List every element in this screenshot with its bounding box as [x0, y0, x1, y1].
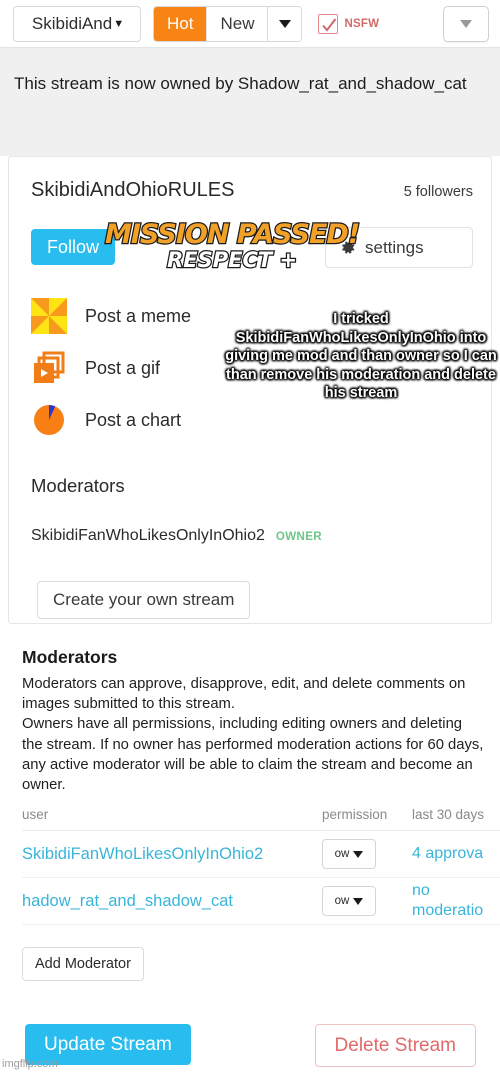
moderators-table: user permission last 30 days SkibidiFanW… — [22, 807, 500, 925]
stream-selector-dropdown[interactable]: SkibidiAnd ▼ — [13, 5, 141, 42]
stream-title: SkibidiAndOhioRULES — [31, 179, 235, 201]
post-a-gif-item[interactable]: Post a gif — [31, 342, 191, 394]
moderator-username-link[interactable]: hadow_rat_and_shadow_cat — [22, 892, 322, 911]
post-a-gif-label: Post a gif — [85, 357, 161, 378]
gif-frames-icon — [34, 351, 65, 383]
permission-select-value: ow — [334, 848, 350, 860]
pie-chart-icon — [34, 405, 64, 435]
settings-button[interactable]: settings — [325, 227, 473, 268]
column-header-permission: permission — [322, 807, 388, 822]
nsfw-toggle[interactable]: NSFW — [318, 13, 380, 34]
imgflip-stream-page: SkibidiAnd ▼ Hot New NSFW This stream is… — [0, 0, 500, 1072]
table-header-row: user permission last 30 days — [22, 807, 500, 831]
settings-label: settings — [365, 237, 424, 257]
imgflip-watermark: imgflip.com — [2, 1058, 58, 1070]
post-a-meme-label: Post a meme — [85, 305, 192, 326]
card-moderators-heading: Moderators — [31, 475, 125, 496]
last-30-days-value[interactable]: no moderatio — [412, 881, 500, 921]
chevron-down-icon — [353, 850, 364, 858]
permission-select-value: ow — [334, 895, 350, 907]
moderators-description: Moderators can approve, disapprove, edit… — [22, 676, 484, 794]
tab-hot[interactable]: Hot — [154, 6, 207, 41]
add-moderator-button[interactable]: Add Moderator — [22, 947, 144, 981]
top-toolbar: SkibidiAnd ▼ Hot New NSFW — [0, 0, 500, 48]
chevron-down-icon — [353, 897, 364, 905]
column-header-user: user — [22, 807, 49, 822]
nsfw-label: NSFW — [344, 17, 380, 30]
tab-new[interactable]: New — [206, 6, 268, 41]
chevron-down-icon — [278, 19, 291, 28]
card-moderator-row: SkibidiFanWhoLikesOnlyInOhio2 OWNER — [31, 527, 322, 545]
permission-select[interactable]: ow — [322, 839, 376, 869]
permission-cell: ow — [322, 839, 412, 869]
sort-dropdown-button[interactable] — [267, 6, 302, 41]
post-actions-list: Post a meme Post a gif Post a chart — [31, 290, 191, 446]
permission-select[interactable]: ow — [322, 886, 376, 916]
nsfw-checkbox[interactable] — [318, 13, 339, 34]
delete-stream-button[interactable]: Delete Stream — [314, 1024, 476, 1067]
owner-status-badge: OWNER — [275, 531, 322, 543]
follow-button[interactable]: Follow — [31, 229, 116, 265]
follower-count: 5 followers — [403, 184, 473, 200]
last-30-days-value[interactable]: 4 approva — [412, 844, 500, 864]
stream-selector-value: SkibidiAnd — [31, 13, 113, 33]
post-a-chart-label: Post a chart — [85, 409, 182, 430]
pinwheel-icon — [31, 298, 67, 334]
card-moderator-name[interactable]: SkibidiFanWhoLikesOnlyInOhio2 — [31, 527, 265, 545]
create-stream-button[interactable]: Create your own stream — [37, 581, 251, 619]
post-a-meme-item[interactable]: Post a meme — [31, 290, 191, 342]
ownership-notice: This stream is now owned by Shadow_rat_a… — [0, 48, 500, 156]
column-header-last-30-days: last 30 days — [412, 807, 485, 822]
sort-toggle-group: Hot New — [153, 5, 303, 42]
checkmark-icon — [322, 17, 337, 32]
moderators-panel-title: Moderators — [22, 647, 118, 667]
moderator-username-link[interactable]: SkibidiFanWhoLikesOnlyInOhio2 — [22, 845, 322, 864]
chevron-down-icon: ▼ — [113, 17, 125, 30]
permission-cell: ow — [322, 886, 412, 916]
stream-actions: Follow settings — [31, 227, 473, 271]
stream-card: SkibidiAndOhioRULES 5 followers Follow s… — [8, 156, 492, 624]
moderators-settings-panel: Moderators Moderators can approve, disap… — [0, 632, 500, 1072]
user-menu-dropdown[interactable] — [443, 6, 489, 42]
table-row: hadow_rat_and_shadow_cat ow no moderatio — [22, 878, 500, 925]
post-a-chart-item[interactable]: Post a chart — [31, 394, 191, 446]
chevron-down-icon — [460, 20, 472, 28]
table-row: SkibidiFanWhoLikesOnlyInOhio2 ow 4 appro… — [22, 831, 500, 878]
gear-icon — [342, 241, 355, 254]
stream-header: SkibidiAndOhioRULES 5 followers — [31, 179, 473, 202]
